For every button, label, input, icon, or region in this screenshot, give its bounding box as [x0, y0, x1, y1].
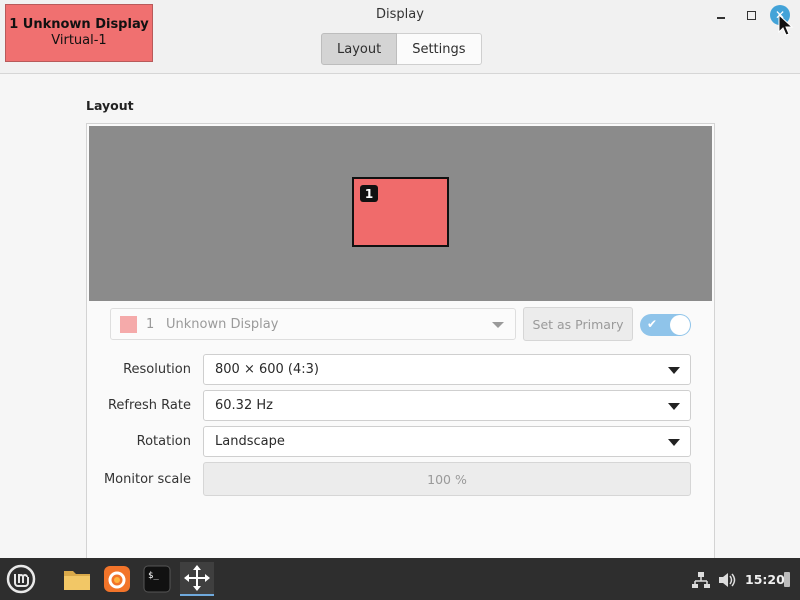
maximize-button[interactable] [741, 5, 761, 25]
refresh-rate-value: 60.32 Hz [215, 398, 273, 413]
mouse-cursor-icon [778, 14, 794, 36]
firefox-launcher[interactable] [100, 562, 134, 596]
monitor-identify-connector: Virtual-1 [51, 33, 107, 48]
display-select-name: Unknown Display [166, 317, 279, 332]
tab-bar: Layout Settings [321, 33, 482, 65]
display-settings-taskbar-item[interactable] [180, 562, 214, 596]
chevron-down-icon [668, 367, 680, 374]
menu-button[interactable] [4, 562, 38, 596]
monitor-1-tile[interactable]: 1 [352, 177, 449, 247]
files-launcher[interactable] [60, 562, 94, 596]
taskbar: $_ 15:20 [0, 558, 800, 600]
display-enabled-toggle[interactable]: ✔ [640, 314, 691, 336]
folder-icon [64, 571, 90, 590]
display-settings-window: 1 Unknown Display Virtual-1 Display Layo… [0, 0, 800, 564]
display-settings-icon [184, 565, 210, 591]
monitor-scale-label: Monitor scale [103, 472, 191, 487]
display-select-number: 1 [146, 317, 155, 332]
terminal-launcher[interactable]: $_ [140, 562, 174, 596]
title-bar: 1 Unknown Display Virtual-1 Display Layo… [0, 0, 800, 74]
layout-section-title: Layout [86, 98, 134, 113]
rotation-value: Landscape [215, 434, 285, 449]
linux-mint-menu-icon [6, 564, 36, 594]
firefox-icon [104, 566, 130, 592]
tab-layout[interactable]: Layout [321, 33, 398, 65]
display-color-swatch [120, 316, 137, 333]
resolution-value: 800 × 600 (4:3) [215, 362, 319, 377]
rotation-select[interactable]: Landscape [203, 426, 691, 457]
chevron-down-icon [492, 322, 504, 328]
refresh-rate-select[interactable]: 60.32 Hz [203, 390, 691, 421]
volume-icon[interactable] [718, 571, 736, 589]
chevron-down-icon [668, 439, 680, 446]
monitor-number-badge: 1 [360, 185, 378, 202]
refresh-rate-label: Refresh Rate [107, 398, 191, 413]
rotation-label: Rotation [136, 434, 191, 449]
monitor-scale-field: 100 % [203, 462, 691, 496]
window-title: Display [376, 7, 424, 22]
terminal-icon: $_ [143, 565, 171, 593]
set-as-primary-button[interactable]: Set as Primary [523, 307, 633, 341]
resolution-select[interactable]: 800 × 600 (4:3) [203, 354, 691, 385]
show-desktop-button[interactable] [784, 572, 790, 587]
maximize-icon [746, 10, 756, 20]
layout-panel: 1 1 Unknown Display Set as Primary ✔ Res… [86, 123, 715, 564]
display-select[interactable]: 1 Unknown Display [110, 308, 516, 340]
network-icon[interactable] [692, 571, 710, 589]
resolution-label: Resolution [123, 362, 191, 377]
clock[interactable]: 15:20 [745, 572, 785, 587]
minimize-button[interactable] [711, 5, 731, 25]
minimize-icon [717, 17, 725, 19]
svg-text:$_: $_ [148, 571, 159, 581]
toggle-knob [670, 315, 690, 335]
chevron-down-icon [668, 403, 680, 410]
tab-settings[interactable]: Settings [397, 33, 482, 65]
checkmark-icon: ✔ [647, 317, 658, 331]
monitor-arrangement-canvas[interactable]: 1 [89, 126, 712, 301]
